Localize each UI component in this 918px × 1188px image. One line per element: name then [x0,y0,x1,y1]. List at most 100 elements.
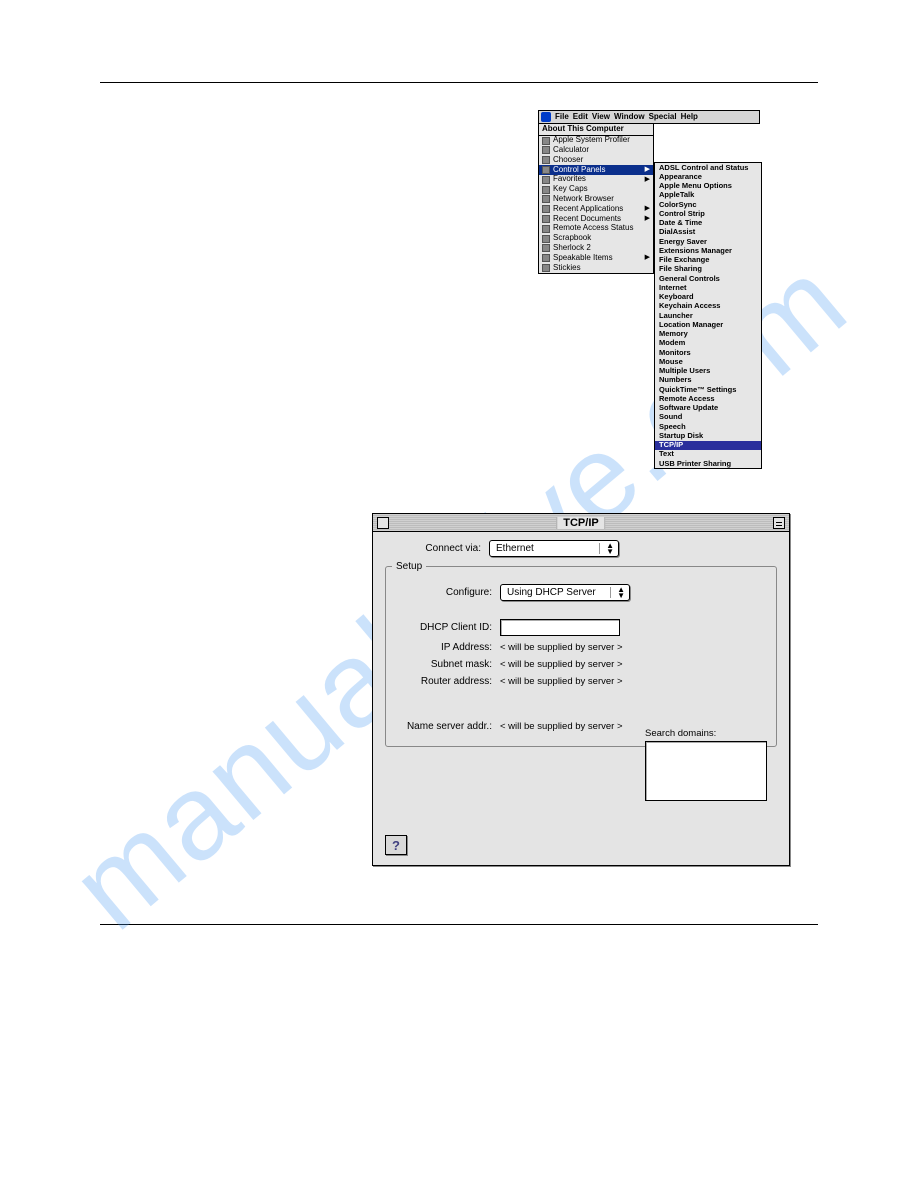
menu-item-label: Calculator [553,146,589,155]
select-arrows-icon: ▲▼ [606,543,614,555]
menubar-item-help[interactable]: Help [681,113,698,122]
menu-item-label: Remote Access Status [553,224,633,233]
dhcp-client-id-label: DHCP Client ID: [396,622,500,633]
control-panel-item[interactable]: Sound [655,413,761,422]
connect-via-label: Connect via: [385,543,489,554]
control-panel-item[interactable]: USB Printer Sharing [655,459,761,468]
search-domains-area: Search domains: [645,728,767,801]
tcpip-window: TCP/IP Connect via: Ethernet ▲▼ Setup Co… [372,513,790,866]
control-panel-item[interactable]: General Controls [655,274,761,283]
menu-item-label: Stickies [553,264,581,273]
top-rule [100,82,818,83]
select-arrows-icon: ▲▼ [617,587,625,599]
apple-menu-item[interactable]: Chooser [539,155,653,165]
tcpip-body: Connect via: Ethernet ▲▼ Setup Configure… [373,532,789,865]
subnet-mask-value: < will be supplied by server > [500,659,623,670]
control-panel-item[interactable]: Text [655,450,761,459]
menu-item-icon [542,235,550,243]
menu-item-label: Favorites [553,175,586,184]
menu-item-icon [542,146,550,154]
menubar-item-window[interactable]: Window [614,113,645,122]
dhcp-client-id-input[interactable] [500,619,620,636]
mac-menubar: File Edit View Window Special Help [538,110,760,124]
connect-via-select[interactable]: Ethernet ▲▼ [489,540,619,557]
close-icon[interactable] [377,517,389,529]
apple-menu-icon[interactable] [541,112,551,122]
control-panel-item[interactable]: Launcher [655,311,761,320]
configure-select[interactable]: Using DHCP Server ▲▼ [500,584,630,601]
submenu-arrow-icon: ▶ [645,166,650,174]
menubar-item-view[interactable]: View [592,113,610,122]
apple-menu-item[interactable]: Stickies [539,263,653,273]
subnet-mask-label: Subnet mask: [396,659,500,670]
search-domains-input[interactable] [645,741,767,801]
menu-item-label: Sherlock 2 [553,244,591,253]
submenu-arrow-icon: ▶ [645,254,650,262]
configure-label: Configure: [396,587,500,598]
control-panel-item[interactable]: File Sharing [655,265,761,274]
setup-group: Setup Configure: Using DHCP Server ▲▼ DH… [385,561,777,747]
help-button[interactable]: ? [385,835,407,855]
apple-menu-item[interactable]: Recent Applications ▶ [539,204,653,214]
control-panel-item[interactable]: Monitors [655,348,761,357]
menu-item-icon [542,166,550,174]
menu-item-label: Apple System Profiler [553,136,630,145]
menu-item-icon [542,186,550,194]
apple-menu-item[interactable]: Calculator [539,146,653,156]
control-panel-item[interactable]: Speech [655,422,761,431]
menu-item-icon [542,225,550,233]
menu-item-icon [542,195,550,203]
menu-item-icon [542,244,550,252]
submenu-arrow-icon: ▶ [645,176,650,184]
control-panel-item[interactable]: Keychain Access [655,302,761,311]
about-this-computer[interactable]: About This Computer [539,124,653,136]
menu-item-label: Control Panels [553,166,605,175]
collapse-icon[interactable] [773,517,785,529]
control-panel-item[interactable]: Energy Saver [655,237,761,246]
connect-via-value: Ethernet [496,543,534,554]
control-panel-item[interactable]: ADSL Control and Status [655,163,761,172]
router-address-value: < will be supplied by server > [500,676,623,687]
tcpip-title-label: TCP/IP [556,517,605,529]
menu-item-label: Key Caps [553,185,588,194]
submenu-arrow-icon: ▶ [645,215,650,223]
menu-item-icon [542,156,550,164]
control-panel-item[interactable]: ColorSync [655,200,761,209]
bottom-rule [100,924,818,925]
menu-item-label: Network Browser [553,195,614,204]
help-icon: ? [392,838,400,853]
control-panel-item[interactable]: AppleTalk [655,191,761,200]
tcpip-titlebar[interactable]: TCP/IP [373,514,789,532]
apple-menu-screenshot: File Edit View Window Special Help About… [538,110,760,274]
apple-menu-item[interactable]: Sherlock 2 [539,244,653,254]
menu-item-label: Chooser [553,156,583,165]
ip-address-label: IP Address: [396,642,500,653]
menubar-item-edit[interactable]: Edit [573,113,588,122]
configure-value: Using DHCP Server [507,587,596,598]
menubar-item-file[interactable]: File [555,113,569,122]
control-panel-item[interactable]: Numbers [655,376,761,385]
menu-item-icon [542,176,550,184]
router-address-label: Router address: [396,676,500,687]
control-panel-item[interactable]: Modem [655,339,761,348]
control-panel-item[interactable]: QuickTime™ Settings [655,385,761,394]
menu-item-icon [542,205,550,213]
menu-item-label: Scrapbook [553,234,591,243]
control-panel-item[interactable]: DialAssist [655,228,761,237]
menu-item-label: Recent Documents [553,215,621,224]
submenu-arrow-icon: ▶ [645,205,650,213]
menu-item-icon [542,215,550,223]
ip-address-value: < will be supplied by server > [500,642,623,653]
apple-menu-item[interactable]: Network Browser [539,195,653,205]
menu-item-label: Recent Applications [553,205,623,214]
menu-item-icon [542,254,550,262]
apple-menu-item[interactable]: Speakable Items ▶ [539,253,653,263]
menu-item-label: Speakable Items [553,254,613,263]
menu-item-icon [542,264,550,272]
menubar-item-special[interactable]: Special [649,113,677,122]
name-server-label: Name server addr.: [396,721,500,732]
setup-legend: Setup [392,561,426,572]
name-server-value: < will be supplied by server > [500,721,623,732]
control-panels-submenu: ADSL Control and StatusAppearanceApple M… [654,162,762,469]
apple-menu-dropdown: About This Computer Apple System Profile… [538,124,654,274]
